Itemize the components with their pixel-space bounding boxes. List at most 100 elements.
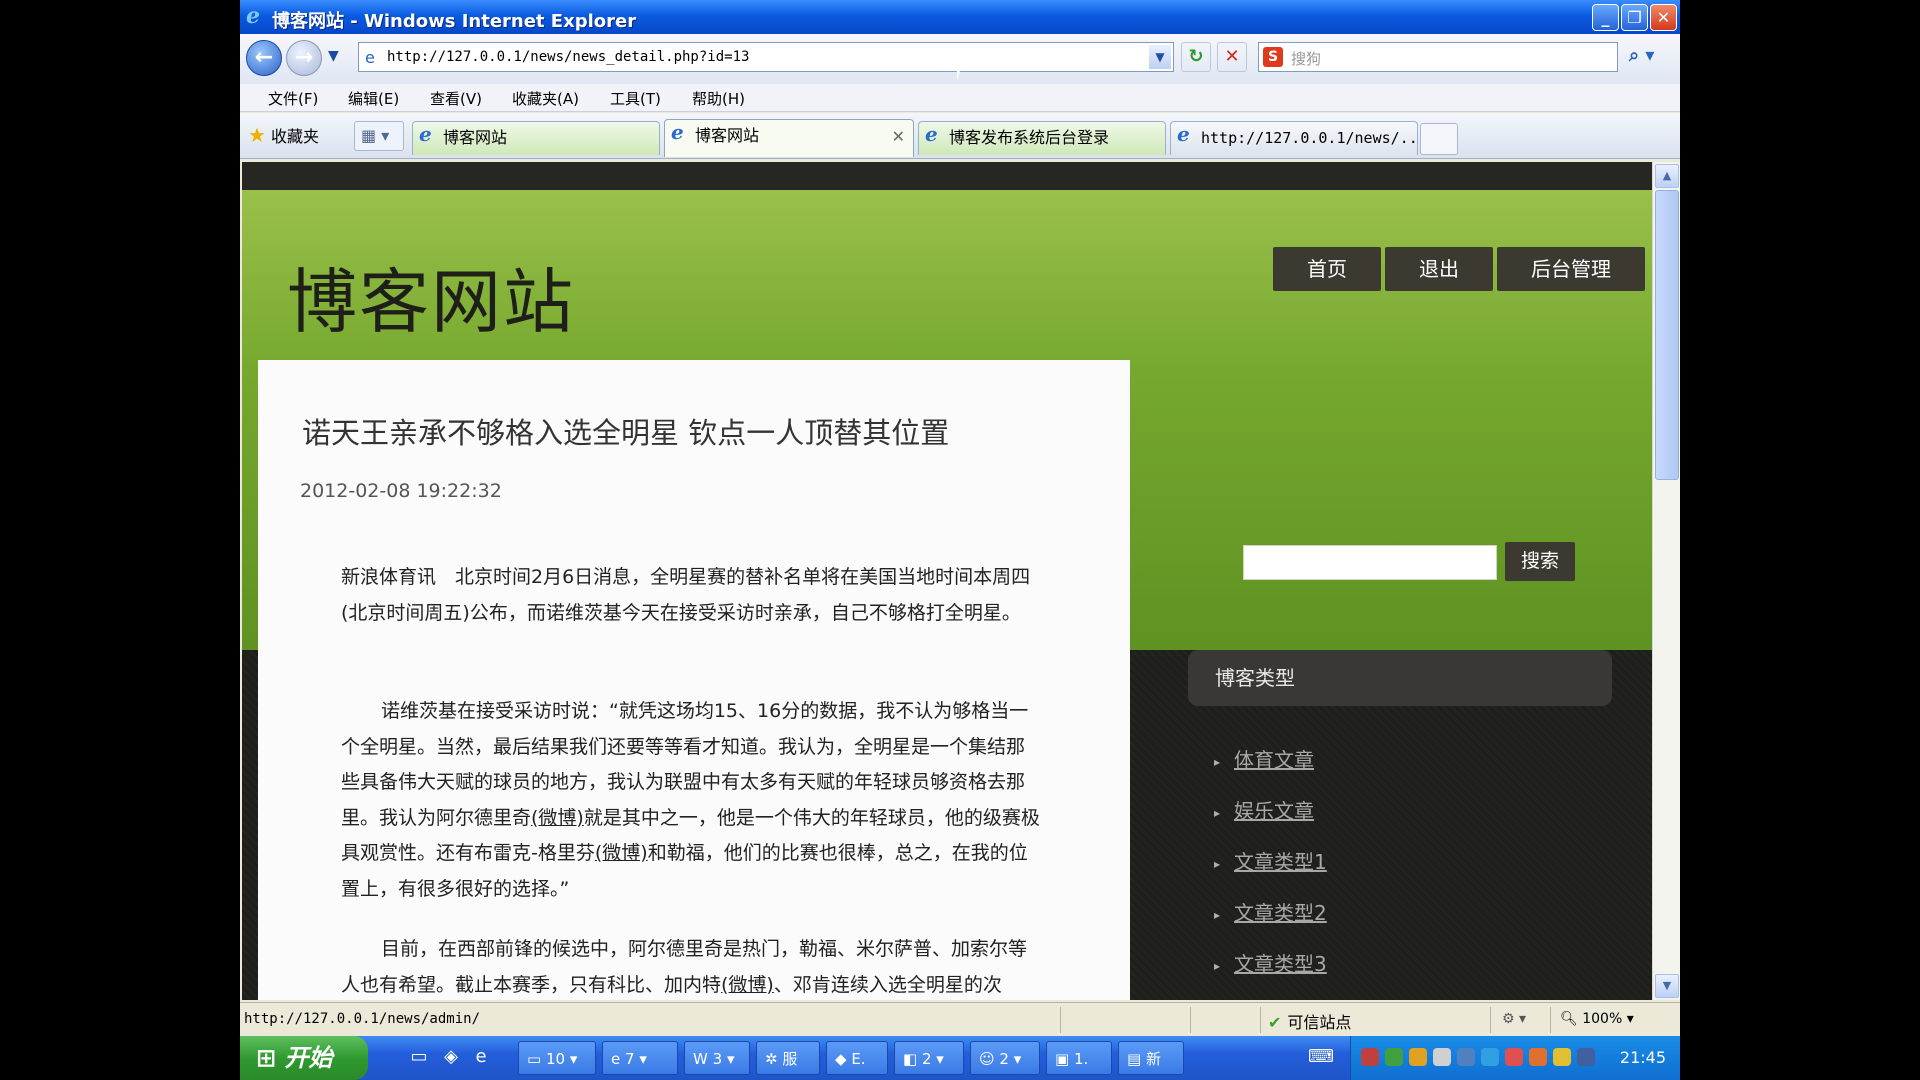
vertical-scrollbar[interactable]: ▲ ▼: [1652, 162, 1680, 1000]
forward-button[interactable]: →: [286, 40, 322, 76]
menu-tools[interactable]: 工具(T): [610, 88, 661, 109]
ie-quicklaunch-icon[interactable]: e: [468, 1044, 494, 1070]
security-zone[interactable]: ✔ 可信站点: [1268, 1009, 1351, 1033]
maximize-button[interactable]: ❐: [1621, 4, 1648, 31]
scroll-up-icon[interactable]: ▲: [1655, 164, 1679, 188]
tray-volume-icon[interactable]: [1577, 1048, 1595, 1066]
status-url: http://127.0.0.1/news/admin/: [244, 1011, 481, 1027]
tray-app-icon[interactable]: [1409, 1048, 1427, 1066]
tray-qq-icon[interactable]: [1529, 1048, 1547, 1066]
scroll-down-icon[interactable]: ▼: [1655, 974, 1679, 998]
nav-logout[interactable]: 退出: [1385, 247, 1493, 291]
status-divider: [1490, 1007, 1491, 1033]
stop-button[interactable]: ✕: [1217, 42, 1247, 72]
page-icon: e: [365, 48, 375, 67]
category-link-5[interactable]: ▸ 文章类型3: [1214, 948, 1327, 977]
quick-tabs-button[interactable]: ▦ ▾: [354, 121, 404, 151]
search-box[interactable]: S 搜狗: [1258, 42, 1618, 72]
favorites-button[interactable]: ★ 收藏夹: [248, 123, 319, 147]
tray-app-icon[interactable]: [1361, 1048, 1379, 1066]
menu-help[interactable]: 帮助(H): [692, 88, 745, 109]
title-bar[interactable]: e 博客网站 - Windows Internet Explorer _ ❐ ✕: [240, 0, 1680, 34]
taskbar-group-word[interactable]: W 3 ▾: [684, 1041, 750, 1075]
back-button[interactable]: ←: [246, 40, 282, 76]
tab-close-icon[interactable]: ✕: [892, 121, 905, 153]
zoom-level: 100%: [1582, 1011, 1623, 1027]
media-quicklaunch-icon[interactable]: ◈: [438, 1044, 464, 1070]
tray-play-icon[interactable]: [1385, 1048, 1403, 1066]
status-divider: [1060, 1007, 1061, 1033]
new-tab-button[interactable]: [1420, 123, 1458, 155]
taskbar-count: 2: [999, 1050, 1009, 1068]
check-icon: ✔: [1268, 1013, 1282, 1032]
ie-tab-icon: e: [1177, 122, 1190, 146]
menu-edit[interactable]: 编辑(E): [348, 88, 399, 109]
site-search-input[interactable]: [1243, 545, 1497, 580]
menu-favorites[interactable]: 收藏夹(A): [512, 88, 579, 109]
zone-label: 可信站点: [1287, 1013, 1352, 1032]
address-url[interactable]: http://127.0.0.1/news/news_detail.php?id…: [387, 49, 749, 65]
menu-file[interactable]: 文件(F): [268, 88, 318, 109]
clock: 21:45: [1619, 1048, 1666, 1067]
zoom-control[interactable]: 🔍︎ 100% ▾: [1560, 1011, 1634, 1027]
category-link-1[interactable]: ▸ 体育文章: [1214, 744, 1314, 773]
start-button[interactable]: ⊞ 开始: [240, 1036, 368, 1080]
article-paragraph-1: 新浪体育讯 北京时间2月6日消息，全明星赛的替补名单将在美国当地时间本周四(北京…: [341, 566, 1031, 624]
taskbar-group-folders[interactable]: ▭ 10 ▾: [518, 1041, 596, 1075]
site-search-button[interactable]: 搜索: [1505, 542, 1575, 581]
status-divider: [1550, 1007, 1551, 1033]
tray-network-icon[interactable]: [1457, 1048, 1475, 1066]
category-link-2[interactable]: ▸ 娱乐文章: [1214, 795, 1314, 824]
category-label[interactable]: 文章类型2: [1234, 901, 1327, 925]
taskbar-group-ie[interactable]: e 7 ▾: [602, 1041, 678, 1075]
tray-qq-icon[interactable]: [1505, 1048, 1523, 1066]
bullet-icon: ▸: [1214, 805, 1221, 820]
category-link-4[interactable]: ▸ 文章类型2: [1214, 897, 1327, 926]
ie-tab-icon: e: [419, 122, 432, 146]
close-button[interactable]: ✕: [1650, 4, 1677, 31]
ie-tab-icon: e: [671, 120, 684, 144]
nav-admin[interactable]: 后台管理: [1497, 247, 1645, 291]
tray-app-icon[interactable]: [1481, 1048, 1499, 1066]
taskbar-app-e[interactable]: ◆ E.: [826, 1041, 888, 1075]
address-bar[interactable]: e http://127.0.0.1/news/news_detail.php?…: [358, 42, 1174, 72]
tab-2[interactable]: e 博客网站 ✕: [664, 119, 914, 157]
taskbar-label: 新: [1145, 1050, 1161, 1068]
folder-quicklaunch-icon[interactable]: ▭: [406, 1044, 432, 1070]
zoom-icon: 🔍︎: [1560, 1011, 1578, 1027]
search-go-button[interactable]: ⌕ ▾: [1623, 42, 1669, 72]
favorites-label: 收藏夹: [271, 127, 320, 146]
site-title: 博客网站: [287, 261, 575, 343]
taskbar-server[interactable]: ✲ 服: [756, 1041, 820, 1075]
tab-3[interactable]: e 博客发布系统后台登录: [918, 121, 1166, 155]
taskbar-app-fw[interactable]: ▣ 1.: [1046, 1041, 1112, 1075]
weibo-link[interactable]: (微博): [721, 974, 774, 996]
taskbar-group-qq[interactable]: ☺ 2 ▾: [970, 1041, 1040, 1075]
tab-4[interactable]: e http://127.0.0.1/news/...: [1170, 121, 1418, 155]
nav-home[interactable]: 首页: [1273, 247, 1381, 291]
refresh-button[interactable]: ↻: [1181, 42, 1211, 72]
category-label[interactable]: 文章类型3: [1234, 952, 1327, 976]
taskbar-app-new[interactable]: ▤ 新: [1118, 1041, 1184, 1075]
tray-app-icon[interactable]: [1433, 1048, 1451, 1066]
menu-view[interactable]: 查看(V): [430, 88, 482, 109]
protected-mode-icon[interactable]: ⚙ ▾: [1502, 1011, 1526, 1027]
tray-shield-icon[interactable]: [1553, 1048, 1571, 1066]
taskbar-count: 2: [921, 1050, 932, 1068]
address-dropdown-icon[interactable]: ▼: [1149, 45, 1171, 69]
ie-tab-icon: e: [925, 122, 938, 146]
minimize-button[interactable]: _: [1592, 4, 1619, 31]
tab-1[interactable]: e 博客网站: [412, 121, 660, 155]
category-link-3[interactable]: ▸ 文章类型1: [1214, 846, 1327, 875]
weibo-link[interactable]: (微博): [595, 842, 648, 864]
taskbar-label: E.: [851, 1050, 866, 1068]
keyboard-icon[interactable]: ⌨: [1308, 1044, 1334, 1070]
category-label[interactable]: 文章类型1: [1234, 850, 1327, 874]
scroll-thumb[interactable]: [1655, 190, 1679, 480]
category-label[interactable]: 体育文章: [1234, 748, 1314, 772]
article-paragraph-2: 诺维茨基在接受采访时说：“就凭这场均15、16分的数据，我不认为够格当一个全明星…: [341, 694, 1041, 907]
weibo-link[interactable]: (微博): [531, 807, 584, 829]
taskbar-group-2a[interactable]: ◧ 2 ▾: [894, 1041, 964, 1075]
category-label[interactable]: 娱乐文章: [1234, 799, 1314, 823]
history-dropdown-icon[interactable]: ▼: [328, 48, 339, 64]
